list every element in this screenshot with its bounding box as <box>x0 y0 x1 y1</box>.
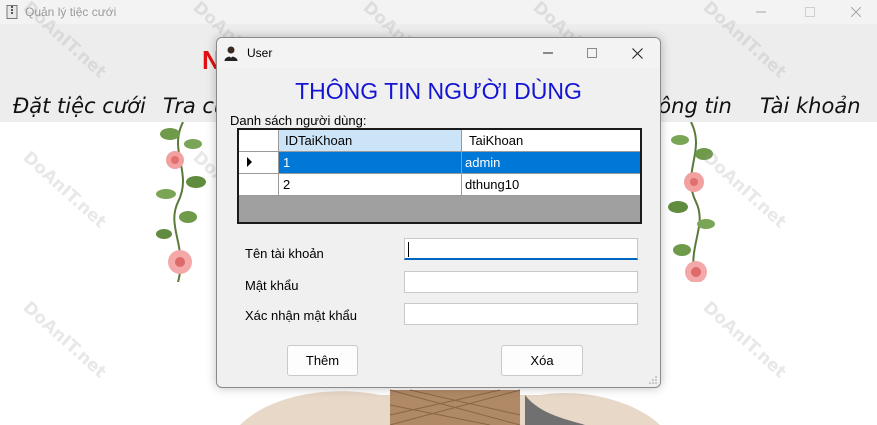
minimize-icon <box>756 11 766 13</box>
row-header[interactable] <box>239 152 279 174</box>
dialog-minimize-button[interactable] <box>525 38 571 68</box>
column-header-idtaikhoan[interactable]: IDTaiKhoan <box>279 130 462 152</box>
menu-dat-tiec-cuoi[interactable]: Đặt tiệc cưới <box>13 94 146 118</box>
confirm-password-input[interactable] <box>404 303 638 325</box>
dialog-title-bar[interactable]: User <box>217 38 660 68</box>
maximize-icon <box>587 48 597 58</box>
user-list-label: Danh sách người dùng: <box>230 113 367 128</box>
decorative-basket-image <box>240 389 660 425</box>
confirm-password-label: Xác nhận mật khẩu <box>245 308 358 323</box>
row-header-corner[interactable] <box>239 130 279 152</box>
user-data-grid[interactable]: IDTaiKhoan TaiKhoan 1 admin 2 dthung10 <box>237 128 642 224</box>
text-caret <box>408 242 409 257</box>
password-label: Mật khẩu <box>245 278 299 293</box>
main-close-button[interactable] <box>833 0 877 24</box>
cell-id[interactable]: 2 <box>279 174 462 196</box>
add-button[interactable]: Thêm <box>287 345 358 376</box>
current-row-arrow-icon <box>247 157 252 167</box>
close-icon <box>851 7 861 17</box>
floral-vine-right <box>668 122 715 282</box>
user-icon <box>224 46 238 61</box>
main-minimize-button[interactable] <box>738 0 784 24</box>
dialog-close-button[interactable] <box>614 38 660 68</box>
cell-id[interactable]: 1 <box>279 152 462 174</box>
main-title-bar[interactable]: Quản lý tiệc cưới <box>0 0 877 24</box>
close-icon <box>631 47 643 59</box>
main-window-title: Quản lý tiệc cưới <box>25 5 117 19</box>
maximize-icon <box>805 7 815 17</box>
user-dialog: User THÔNG TIN NGƯỜI DÙNG Danh sách ngườ… <box>216 37 661 388</box>
minimize-icon <box>543 52 553 54</box>
grid-header-row: IDTaiKhoan TaiKhoan <box>239 130 640 152</box>
username-label: Tên tài khoản <box>245 246 324 261</box>
menu-tai-khoan[interactable]: Tài khoản <box>760 94 861 118</box>
floral-vine-left <box>156 122 206 282</box>
username-input[interactable] <box>404 238 638 260</box>
table-row[interactable]: 2 dthung10 <box>239 174 640 196</box>
dialog-title: User <box>247 46 273 60</box>
main-maximize-button[interactable] <box>787 0 833 24</box>
row-header[interactable] <box>239 174 279 196</box>
dialog-heading: THÔNG TIN NGƯỜI DÙNG <box>295 78 582 104</box>
zip-file-icon <box>6 5 18 19</box>
table-row-selected[interactable]: 1 admin <box>239 152 640 174</box>
resize-grip-icon[interactable] <box>649 376 657 384</box>
cell-account[interactable]: admin <box>462 152 640 174</box>
dialog-maximize-button[interactable] <box>569 38 615 68</box>
cell-account[interactable]: dthung10 <box>462 174 640 196</box>
password-input[interactable] <box>404 271 638 293</box>
delete-button[interactable]: Xóa <box>501 345 583 376</box>
column-header-taikhoan[interactable]: TaiKhoan <box>462 130 640 152</box>
